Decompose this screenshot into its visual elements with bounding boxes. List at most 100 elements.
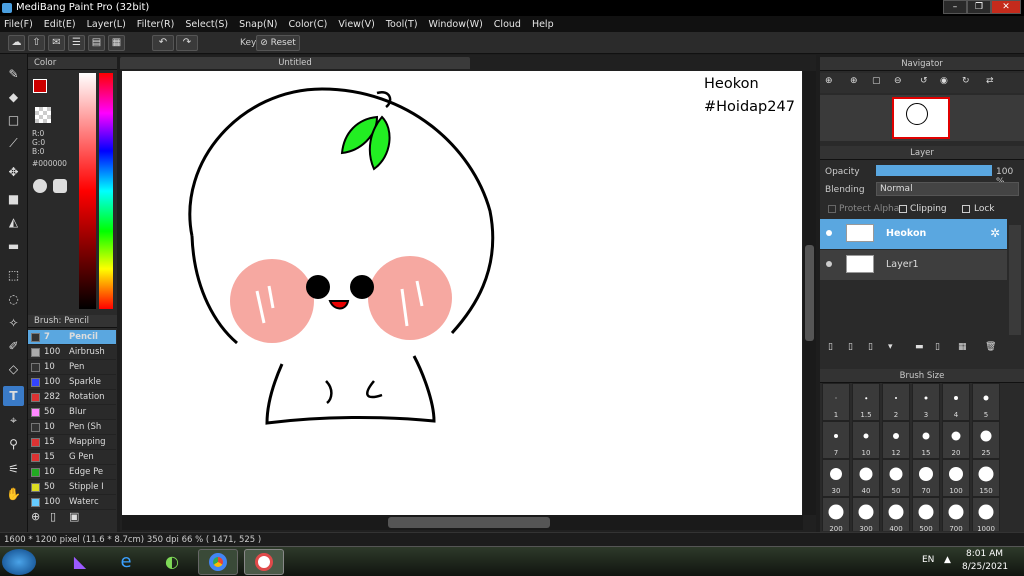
vertical-scroll-thumb[interactable] [805,245,814,341]
coccoc-icon[interactable]: ◐ [152,549,192,575]
undo-icon[interactable]: ↶ [152,35,174,51]
brush-size-option[interactable]: 150 [972,459,1000,497]
menu-filter[interactable]: Filter(R) [137,19,175,30]
color-picker-icon[interactable] [53,179,67,193]
redo-icon[interactable]: ↷ [176,35,198,51]
layer-row-heokon[interactable]: Heokon ✲ [820,219,1007,249]
menu-window[interactable]: Window(W) [429,19,483,30]
menu-select[interactable]: Select(S) [185,19,228,30]
layer-scrollbar[interactable] [1009,225,1021,335]
chrome-icon[interactable] [198,549,238,575]
blending-select[interactable]: Normal [876,182,1019,196]
text-tool-icon[interactable]: T [3,386,24,406]
brush-size-option[interactable]: 12 [882,421,910,459]
brush-item[interactable]: 282 Rotation [28,390,116,405]
brush-size-option[interactable]: 5 [972,383,1000,421]
brush-item[interactable]: 50 Stipple I [28,480,116,495]
start-button-icon[interactable] [2,549,36,575]
protect-alpha-checkbox[interactable] [828,205,836,213]
magic-wand-tool-icon[interactable]: ✧ [3,313,24,333]
new-halftone-layer-icon[interactable]: ▯ [848,342,853,352]
add-brush-icon[interactable]: ⊕ [31,510,46,525]
new-brush-icon[interactable]: ▯ [50,510,65,525]
brush-item[interactable]: 50 Blur [28,405,116,420]
navigator-thumbnail[interactable] [892,97,950,139]
brush-size-option[interactable]: 15 [912,421,940,459]
brush-size-option[interactable]: 300 [852,497,880,531]
brush-size-option[interactable]: 400 [882,497,910,531]
medibang-icon[interactable] [244,549,284,575]
menu-cloud[interactable]: Cloud [494,19,521,30]
brush-size-option[interactable]: 1 [822,383,850,421]
brush-size-option[interactable]: 3 [912,383,940,421]
merge-down-icon[interactable]: ▯ [935,342,940,352]
dot-tool-icon[interactable]: □ [3,110,24,130]
actual-size-icon[interactable]: ▢ [872,76,881,86]
eyedropper-tool-icon[interactable]: ⚲ [3,434,24,454]
select-tool-icon[interactable]: ⬚ [3,265,24,285]
transparent-color-swatch[interactable] [35,107,51,123]
maximize-button[interactable]: ❐ [967,0,991,14]
brush-size-option[interactable]: 50 [882,459,910,497]
brush-size-option[interactable]: 700 [942,497,970,531]
brush-size-option[interactable]: 7 [822,421,850,459]
rotate-left-icon[interactable]: ↺ [920,76,928,86]
flip-icon[interactable]: ⇄ [986,76,994,86]
layer-row-layer1[interactable]: Layer1 [820,250,1007,280]
comment-icon[interactable]: ✉ [48,35,65,51]
reset-rotate-icon[interactable]: ◉ [940,76,948,86]
layer-add-menu-icon[interactable]: ▾ [888,342,893,352]
brush-size-option[interactable]: 10 [852,421,880,459]
zoom-in-icon[interactable]: ⊕ [850,76,858,86]
horizontal-scroll-thumb[interactable] [388,517,550,528]
page-icon[interactable]: ▤ [88,35,105,51]
zoom-fit-icon[interactable]: ⊕ [825,76,833,86]
minimize-button[interactable]: – [943,0,967,14]
brush-size-option[interactable]: 4 [942,383,970,421]
menu-tool[interactable]: Tool(T) [386,19,418,30]
brush-size-option[interactable]: 40 [852,459,880,497]
operation-tool-icon[interactable]: ⌖ [3,410,24,430]
rotate-right-icon[interactable]: ↻ [962,76,970,86]
brush-size-option[interactable]: 25 [972,421,1000,459]
document-tab[interactable]: Untitled [120,57,470,69]
eraser-tool-icon[interactable]: ◆ [3,87,24,107]
vertical-scrollbar[interactable] [803,71,816,515]
drawing-canvas[interactable]: Heokon #Hoidap247 [122,71,802,515]
brush-size-option[interactable]: 100 [942,459,970,497]
close-button[interactable]: ✕ [991,0,1021,14]
lasso-tool-icon[interactable]: ◌ [3,289,24,309]
menu-edit[interactable]: Edit(E) [44,19,76,30]
hand-tool-icon[interactable]: ✋ [3,484,24,504]
brush-size-option[interactable]: 30 [822,459,850,497]
layer-visibility-icon[interactable] [826,230,832,236]
brightness-slider[interactable] [79,73,96,309]
brush-size-option[interactable]: 1000 [972,497,1000,531]
new-layer-icon[interactable]: ▯ [828,342,833,352]
line-tool-icon[interactable]: ⟋ [3,133,24,153]
brush-tool-icon[interactable]: ✎ [3,64,24,84]
brush-item[interactable]: 10 Pen (Sh [28,420,116,435]
lock-checkbox[interactable] [962,205,970,213]
brush-item[interactable]: 10 Edge Pe [28,465,116,480]
menu-view[interactable]: View(V) [338,19,374,30]
share-icon[interactable]: ⇧ [28,35,45,51]
folder-icon[interactable]: ▬ [915,342,924,352]
menu-help[interactable]: Help [532,19,554,30]
manage-icon[interactable]: ▦ [108,35,125,51]
brush-item[interactable]: 15 G Pen [28,450,116,465]
layer-visibility-icon[interactable] [826,261,832,267]
duplicate-layer-icon[interactable]: ▯ [868,342,873,352]
select-pen-tool-icon[interactable]: ✐ [3,336,24,356]
gradient-tool-icon[interactable]: ▬ [3,236,24,256]
brush-menu-icon[interactable]: ▣ [69,510,89,525]
zoom-out-icon[interactable]: ⊖ [894,76,902,86]
menu-layer[interactable]: Layer(L) [87,19,126,30]
horizontal-scrollbar[interactable] [122,515,803,530]
select-eraser-tool-icon[interactable]: ◇ [3,359,24,379]
menu-snap[interactable]: Snap(N) [239,19,277,30]
primary-color-swatch[interactable] [33,79,47,93]
delete-layer-icon[interactable]: 🗑 [985,342,996,352]
brush-item[interactable]: 10 Pen [28,360,116,375]
fill-rect-tool-icon[interactable]: ■ [3,189,24,209]
